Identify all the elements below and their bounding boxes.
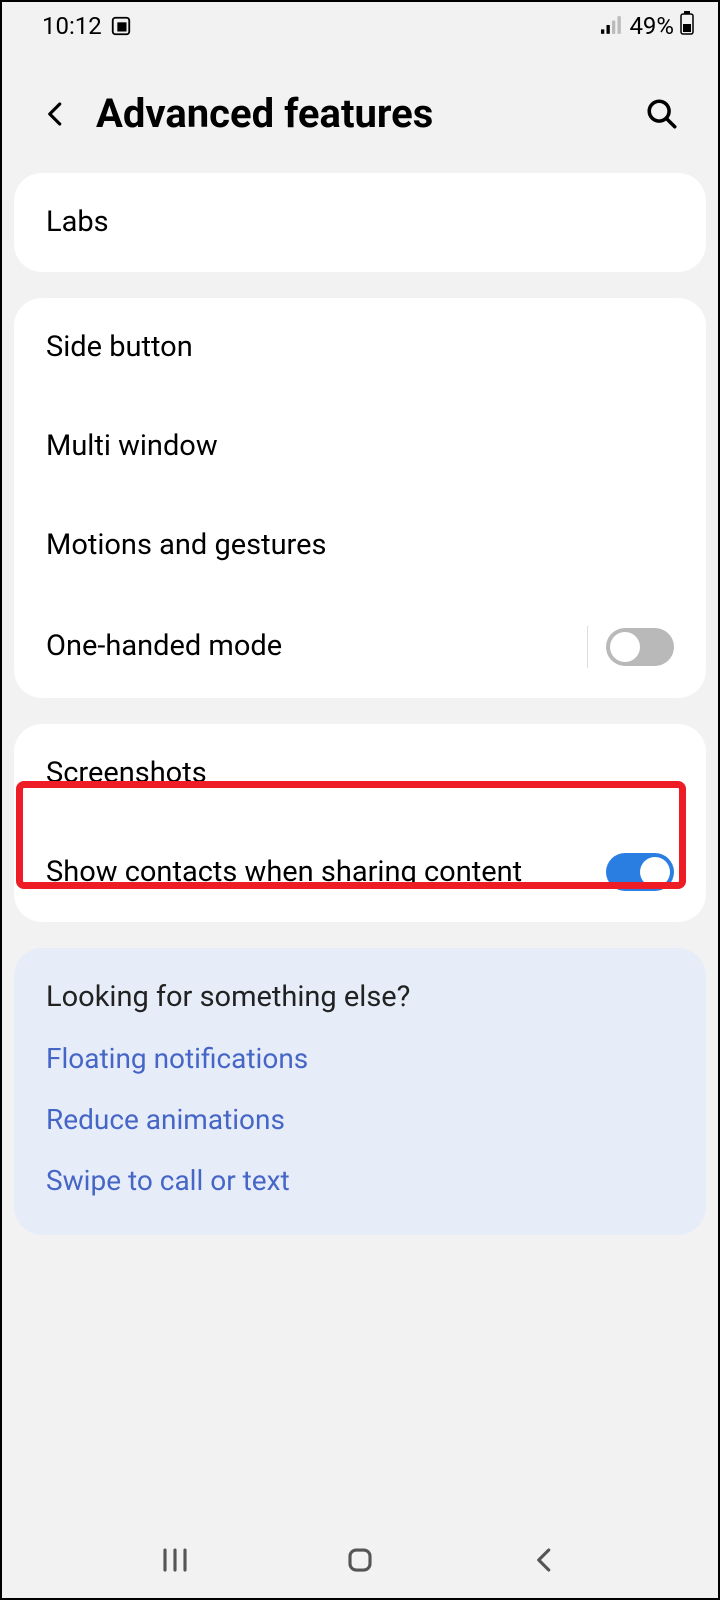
row-side-button[interactable]: Side button — [14, 298, 706, 397]
home-icon — [345, 1545, 375, 1575]
toggle-container — [587, 626, 674, 668]
search-button[interactable] — [640, 92, 684, 136]
suggestion-link-swipe-call-text[interactable]: Swipe to call or text — [46, 1164, 674, 1197]
row-label: Side button — [46, 328, 674, 367]
suggestions-title: Looking for something else? — [46, 980, 674, 1014]
back-button[interactable] — [36, 94, 76, 134]
navigation-bar — [2, 1522, 718, 1598]
search-icon — [645, 97, 679, 131]
toggle-one-handed-mode[interactable] — [606, 628, 674, 666]
status-time: 10:12 — [42, 12, 102, 40]
row-motions-gestures[interactable]: Motions and gestures — [14, 496, 706, 595]
row-show-contacts-sharing[interactable]: Show contacts when sharing content — [14, 823, 706, 922]
row-label: Labs — [46, 203, 674, 242]
suggestions-panel: Looking for something else? Floating not… — [14, 948, 706, 1235]
chevron-left-icon — [530, 1545, 560, 1575]
battery-icon — [680, 11, 694, 41]
settings-group: Labs — [14, 173, 706, 272]
header: Advanced features — [2, 50, 718, 173]
settings-group: Side button Multi window Motions and ges… — [14, 298, 706, 697]
row-label: Multi window — [46, 427, 674, 466]
suggestion-link-reduce-animations[interactable]: Reduce animations — [46, 1103, 674, 1136]
suggestion-link-floating-notifications[interactable]: Floating notifications — [46, 1042, 674, 1075]
status-bar: 10:12 49% — [2, 2, 718, 50]
chevron-left-icon — [41, 99, 71, 129]
nav-recents-button[interactable] — [151, 1536, 199, 1584]
notification-icon — [110, 15, 132, 37]
row-label: One-handed mode — [46, 627, 587, 666]
content: Labs Side button Multi window Motions an… — [2, 173, 718, 1235]
settings-group: Screenshots Show contacts when sharing c… — [14, 724, 706, 922]
row-label: Motions and gestures — [46, 526, 674, 565]
page-title: Advanced features — [96, 90, 620, 137]
battery-text: 49% — [629, 12, 674, 40]
recents-icon — [160, 1545, 190, 1575]
row-screenshots[interactable]: Screenshots — [14, 724, 706, 823]
row-multi-window[interactable]: Multi window — [14, 397, 706, 496]
status-right: 49% — [601, 11, 694, 41]
row-label: Show contacts when sharing content — [46, 853, 606, 892]
row-labs[interactable]: Labs — [14, 173, 706, 272]
nav-back-button[interactable] — [521, 1536, 569, 1584]
row-one-handed-mode[interactable]: One-handed mode — [14, 596, 706, 698]
signal-icon — [601, 12, 623, 40]
row-label: Screenshots — [46, 754, 674, 793]
nav-home-button[interactable] — [336, 1536, 384, 1584]
status-left: 10:12 — [42, 12, 132, 40]
toggle-show-contacts-sharing[interactable] — [606, 853, 674, 891]
divider — [587, 626, 588, 668]
